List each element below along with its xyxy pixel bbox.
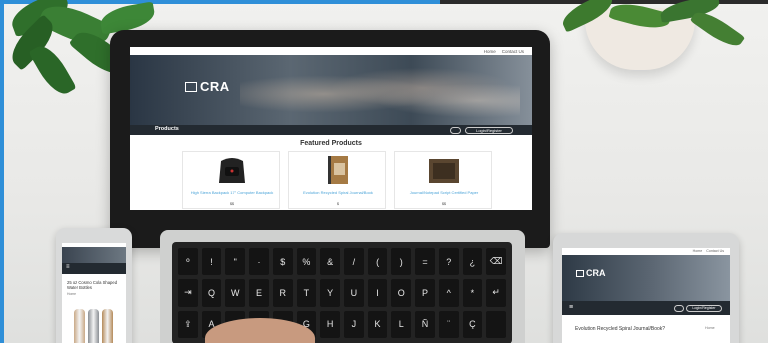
keyboard-key[interactable]: ( (367, 248, 388, 276)
keyboard-key[interactable]: Y (320, 279, 340, 307)
keyboard-key[interactable]: ⇥ (178, 279, 198, 307)
product-caption[interactable]: Evolution Recycled Spiral Journal/Book (293, 190, 383, 195)
nav-contact-link[interactable]: Contact Us (502, 49, 524, 54)
product-card[interactable]: High Sierra Backpack 17" Computer Backpa… (182, 151, 280, 209)
login-register-button[interactable]: Login/Register (465, 126, 513, 134)
product-card[interactable]: Evolution Recycled Spiral Journal/Book $ (288, 151, 386, 209)
keyboard-key[interactable]: E (249, 279, 269, 307)
keyboard-key[interactable]: · (249, 248, 269, 276)
keyboard-key[interactable]: $ (272, 248, 293, 276)
tablet-screen: Home Contact Us CRA ≡ Login/Register Evo… (562, 248, 730, 343)
hamburger-icon[interactable]: ≡ (66, 264, 70, 270)
product-caption[interactable]: High Sierra Backpack 17" Computer Backpa… (187, 190, 277, 195)
keyboard-key[interactable]: / (343, 248, 364, 276)
keyboard-key[interactable]: ! (201, 248, 222, 276)
hamburger-icon[interactable]: ≡ (569, 304, 573, 311)
search-button[interactable] (674, 304, 684, 312)
featured-products-title: Featured Products (300, 140, 362, 147)
search-button[interactable] (450, 126, 461, 134)
keyboard-key[interactable]: R (272, 279, 293, 307)
nav-home-link[interactable]: Home (693, 249, 703, 253)
keyboard-key[interactable]: = (415, 248, 435, 276)
laptop-nav: Home Contact Us (484, 49, 524, 54)
keyboard-key[interactable]: ? (438, 248, 459, 276)
tablet-hero (562, 255, 730, 301)
site-logo[interactable]: CRA (185, 79, 230, 94)
keyboard-key[interactable]: O (391, 279, 412, 307)
keyboard-key[interactable] (486, 310, 506, 338)
keyboard-key[interactable]: ¨ (438, 310, 459, 338)
keyboard-key[interactable]: T (296, 279, 317, 307)
keyboard-key[interactable]: º (178, 248, 198, 276)
phone-screen: ≡ 25 oz Cosmo Cola Shaped Water Bottles … (62, 243, 126, 343)
keyboard-key[interactable]: W (225, 279, 246, 307)
keyboard-key[interactable]: * (462, 279, 483, 307)
backpack-image (219, 158, 245, 183)
nav-home-link[interactable]: Home (484, 49, 496, 54)
products-bar: Products Login/Register (130, 125, 532, 135)
products-menu[interactable]: Products (155, 126, 179, 132)
bottle-image (88, 309, 99, 343)
keyboard-key[interactable]: Ñ (415, 310, 435, 338)
hero-image (240, 61, 520, 127)
keyboard-key[interactable]: L (391, 310, 412, 338)
keyboard-key[interactable]: " (225, 248, 246, 276)
tablet-nav: Home Contact Us (693, 249, 724, 253)
keyboard-key[interactable]: K (367, 310, 388, 338)
journal-image (328, 156, 348, 184)
logo-text: CRA (200, 79, 230, 94)
tablet-logo[interactable]: CRA (576, 268, 606, 278)
keyboard-key[interactable]: ) (391, 248, 412, 276)
accent-edge (0, 0, 4, 343)
tablet-product-title: Evolution Recycled Spiral Journal/Book? (575, 326, 666, 332)
keyboard-key[interactable]: U (343, 279, 364, 307)
product-price: $$ (442, 202, 446, 206)
keyboard-key[interactable]: ¿ (462, 248, 483, 276)
bottle-image (102, 309, 113, 343)
keyboard-key[interactable]: P (415, 279, 435, 307)
keyboard-key[interactable]: J (343, 310, 364, 338)
keyboard-key[interactable]: I (367, 279, 388, 307)
phone-breadcrumb-home[interactable]: Home (67, 292, 76, 296)
tablet-menu-bar: ≡ Login/Register (562, 301, 730, 315)
keyboard-key[interactable]: ^ (438, 279, 459, 307)
product-card[interactable]: Journal/Notepad Script Certified Paper $… (394, 151, 492, 209)
keyboard-key[interactable]: Ç (462, 310, 483, 338)
logo-text: CRA (586, 268, 606, 278)
laptop-screen: Home Contact Us CRA Products Login/Regis… (130, 47, 532, 210)
phone-product-title: 25 oz Cosmo Cola Shaped Water Bottles (67, 280, 118, 290)
keyboard-key[interactable]: & (320, 248, 340, 276)
tablet-breadcrumb-home[interactable]: Home (705, 326, 715, 330)
keyboard-key[interactable]: ⌫ (486, 248, 506, 276)
product-caption[interactable]: Journal/Notepad Script Certified Paper (399, 190, 489, 195)
logo-icon (185, 81, 197, 92)
login-register-button[interactable]: Login/Register (686, 304, 722, 312)
phone-menu-bar: ≡ (62, 263, 126, 274)
keyboard-key[interactable]: ↵ (486, 279, 506, 307)
logo-icon (576, 269, 584, 277)
keyboard-key[interactable]: % (296, 248, 317, 276)
bottle-image (74, 309, 85, 343)
product-price: $$ (230, 202, 234, 206)
product-price: $ (337, 202, 339, 206)
nav-contact-link[interactable]: Contact Us (706, 249, 724, 253)
keyboard-key[interactable]: H (320, 310, 340, 338)
keyboard-key[interactable]: ⇪ (178, 310, 198, 338)
notepad-image (429, 159, 459, 183)
keyboard-key[interactable]: Q (201, 279, 222, 307)
